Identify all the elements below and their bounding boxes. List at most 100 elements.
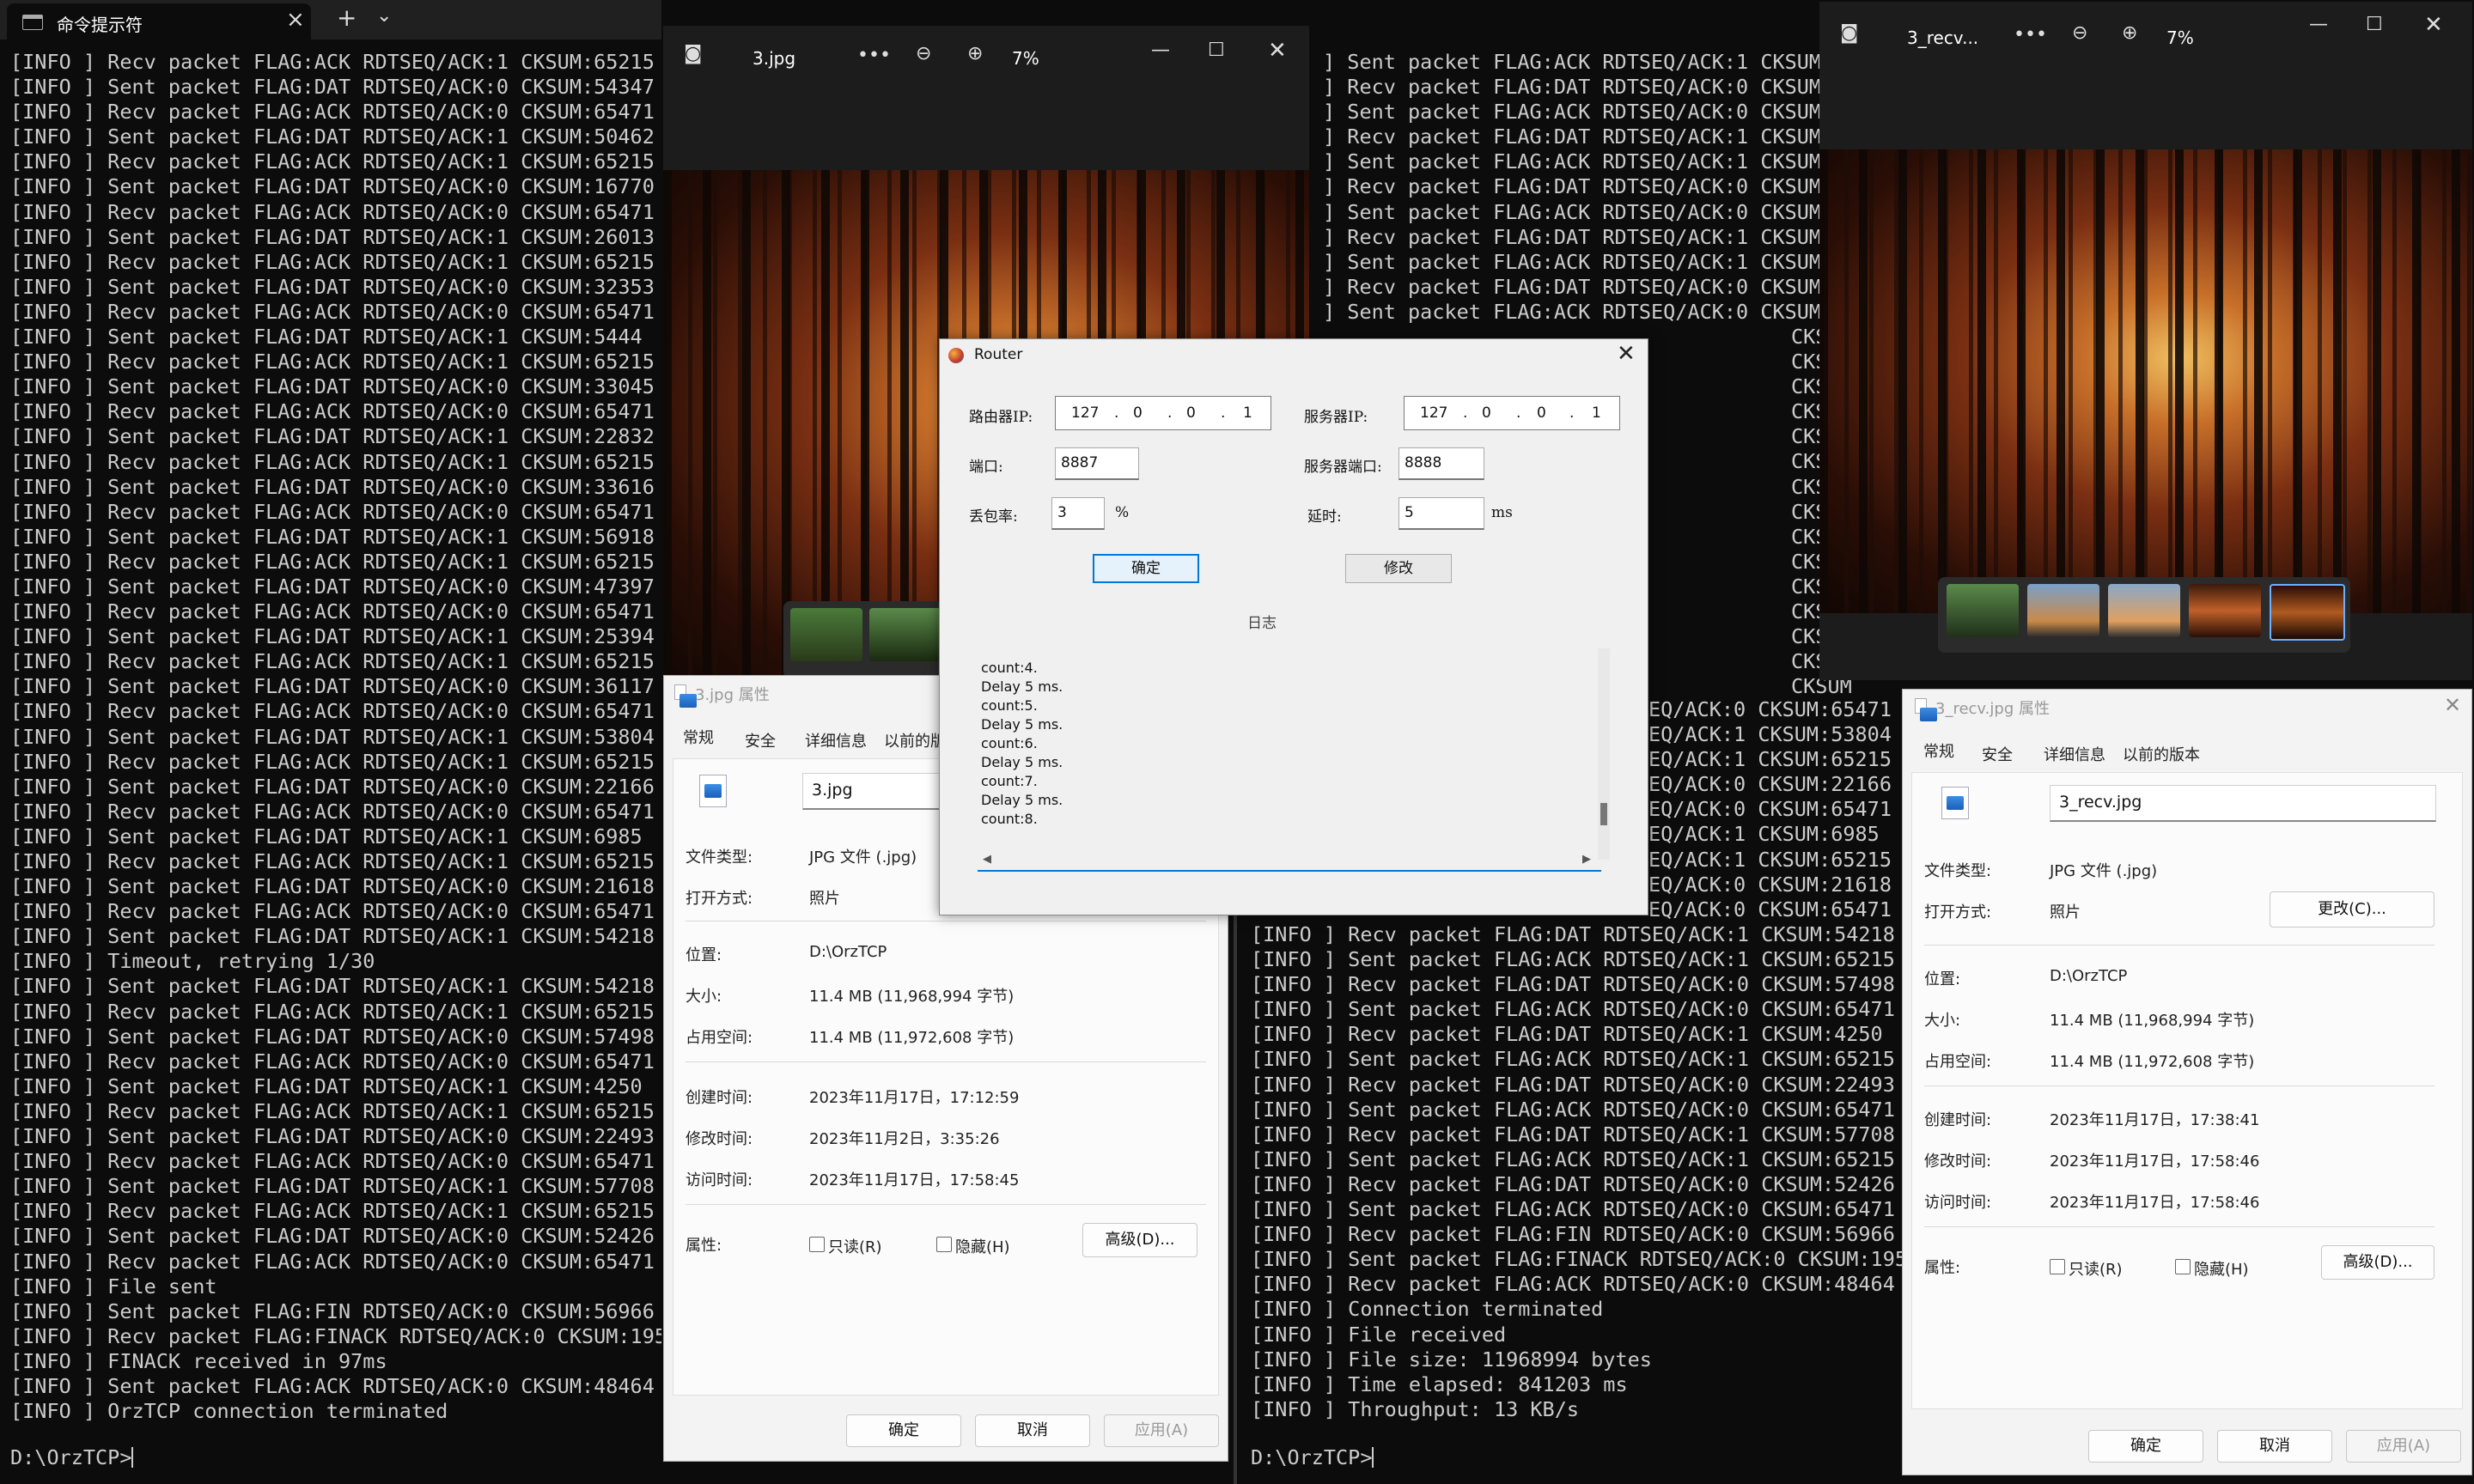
zoom-in-icon[interactable]: ⊕ [967, 43, 983, 64]
port-input[interactable]: 8887 [1055, 447, 1139, 480]
zoom-out-icon[interactable]: ⊖ [2072, 22, 2087, 44]
thumbnail[interactable] [1947, 584, 2019, 637]
disk-size-value: 11.4 MB (11,972,608 字节) [2050, 1053, 2255, 1071]
log-line: [INFO ] Sent packet FLAG:DAT RDTSEQ/ACK:… [10, 674, 655, 699]
close-icon[interactable]: ✕ [2444, 693, 2461, 717]
more-options-icon[interactable]: ••• [2014, 24, 2047, 46]
close-icon[interactable]: ✕ [1617, 341, 1636, 367]
apply-button[interactable]: 应用(A) [1104, 1414, 1219, 1447]
tab-details[interactable]: 详细信息 [805, 729, 867, 751]
properties-dialog-2[interactable]: 3_recv.jpg 属性 ✕ 常规 安全 详细信息 以前的版本 3_recv.… [1902, 689, 2472, 1475]
router-ip-field[interactable]: 127 . 0 . 0 . 1 [1055, 396, 1271, 430]
readonly-checkbox[interactable] [809, 1237, 825, 1252]
tab-general[interactable]: 常规 [1923, 739, 1954, 762]
ip-octet: 0 [1186, 404, 1196, 422]
change-button[interactable]: 更改(C)... [2270, 891, 2434, 928]
thumbnail[interactable] [2027, 584, 2099, 637]
log-line: [INFO ] Time elapsed: 841203 ms [1251, 1371, 1628, 1396]
log-panel[interactable]: count:4. Delay 5 ms. count:5. Delay 5 ms. co… [978, 648, 1613, 872]
chevron-down-icon[interactable]: ⌄ [376, 5, 392, 27]
advanced-button[interactable]: 高级(D)... [2321, 1245, 2434, 1280]
hidden-checkbox[interactable] [2175, 1259, 2191, 1274]
log-line-fragment: EQ/ACK:1 CKSUM:65215 [1648, 747, 1892, 772]
log-line: [INFO ] Connection terminated [1251, 1297, 1604, 1322]
hidden-label: 隐藏(H) [955, 1238, 1010, 1256]
log-line: [INFO ] Recv packet FLAG:ACK RDTSEQ/ACK:… [10, 749, 655, 774]
ok-button[interactable]: 确定 [846, 1414, 961, 1447]
modified-value: 2023年11月2日，3:35:26 [809, 1130, 1000, 1148]
more-options-icon[interactable]: ••• [857, 45, 891, 66]
prompt-text: D:\OrzTCP> [1251, 1445, 1373, 1469]
zoom-level: 7% [2166, 27, 2194, 48]
thumbnail[interactable] [790, 608, 862, 661]
scroll-left-icon[interactable]: ◀ [983, 853, 991, 866]
hidden-checkbox[interactable] [936, 1237, 952, 1252]
text-cursor [1372, 1447, 1374, 1468]
tab-security[interactable]: 安全 [745, 729, 776, 751]
confirm-button[interactable]: 确定 [1093, 554, 1199, 583]
loss-rate-label: 丢包率: [969, 508, 1018, 526]
log-line: [INFO ] File size: 11968994 bytes [1251, 1347, 1652, 1371]
filename-field[interactable]: 3_recv.jpg [2050, 785, 2436, 822]
size-value: 11.4 MB (11,968,994 字节) [2050, 1012, 2255, 1030]
thumbnail[interactable] [2189, 584, 2261, 637]
port-label: 端口: [969, 459, 1003, 476]
close-icon[interactable]: ✕ [1268, 38, 1287, 64]
log-line: [INFO ] Sent packet FLAG:DAT RDTSEQ/ACK:… [10, 424, 655, 449]
cancel-button[interactable]: 取消 [2217, 1430, 2332, 1463]
photo-viewer-window-2[interactable]: ◙ 3_recv... ••• ⊖ ⊕ 7% — ☐ ✕ [1819, 2, 2472, 680]
horizontal-scrollbar[interactable]: ◀ ▶ [978, 853, 1601, 872]
right-terminal-prompt[interactable]: D:\OrzTCP> [1251, 1445, 1374, 1469]
scrollbar-thumb[interactable] [1600, 803, 1607, 825]
thumbnail-selected[interactable] [2270, 584, 2345, 641]
zoom-in-icon[interactable]: ⊕ [2122, 22, 2137, 44]
readonly-checkbox[interactable] [2050, 1259, 2065, 1274]
accessed-value: 2023年11月17日，17:58:45 [809, 1171, 1020, 1189]
loss-rate-input[interactable]: 3 [1051, 497, 1105, 530]
log-line: [INFO ] Sent packet FLAG:ACK RDTSEQ/ACK:… [10, 1373, 655, 1398]
ip-octet: 0 [1482, 404, 1491, 422]
filename-text: 3_recv.jpg [2059, 793, 2142, 812]
vertical-scrollbar[interactable] [1598, 648, 1610, 860]
modified-value: 2023年11月17日，17:58:46 [2050, 1153, 2260, 1171]
size-label: 大小: [686, 988, 722, 1006]
log-line: [INFO ] Sent packet FLAG:DAT RDTSEQ/ACK:… [10, 274, 655, 299]
scroll-right-icon[interactable]: ▶ [1582, 853, 1591, 866]
log-line: [INFO ] Recv packet FLAG:DAT RDTSEQ/ACK:… [1251, 972, 1895, 997]
right-terminal-upper-output: ] Sent packet FLAG:ACK RDTSEQ/ACK:1 CKSU… [1323, 50, 1821, 325]
tab-previous-versions[interactable]: 以前的版 [884, 729, 946, 751]
close-icon[interactable]: ✕ [2424, 12, 2443, 38]
modify-button[interactable]: 修改 [1345, 554, 1452, 583]
prompt-text: D:\OrzTCP> [10, 1445, 132, 1469]
tab-previous-versions[interactable]: 以前的版本 [2123, 743, 2200, 765]
terminal-tab[interactable]: 命令提示符 × [7, 3, 311, 40]
zoom-out-icon[interactable]: ⊖ [916, 43, 931, 64]
advanced-button[interactable]: 高级(D)... [1082, 1223, 1197, 1257]
apply-button[interactable]: 应用(A) [2346, 1430, 2461, 1463]
left-terminal-window[interactable]: 命令提示符 × + ⌄ [INFO ] Recv packet FLAG:ACK… [0, 0, 661, 1484]
new-tab-icon[interactable]: + [337, 3, 356, 32]
minimize-icon[interactable]: — [2309, 14, 2328, 35]
delay-input[interactable]: 5 [1398, 497, 1484, 530]
log-line: ] Sent packet FLAG:ACK RDTSEQ/ACK:0 CKSU… [1323, 199, 1822, 224]
tab-general[interactable]: 常规 [683, 726, 714, 748]
log-line: [INFO ] Sent packet FLAG:DAT RDTSEQ/ACK:… [10, 174, 655, 199]
left-terminal-prompt[interactable]: D:\OrzTCP> [10, 1445, 134, 1469]
ip-dot: . [1569, 404, 1575, 422]
cancel-button[interactable]: 取消 [975, 1414, 1090, 1447]
router-window[interactable]: Router ✕ 路由器IP: 127 . 0 . 0 . 1 服务器IP: 1… [939, 338, 1648, 915]
minimize-icon[interactable]: — [1151, 40, 1170, 61]
maximize-icon[interactable]: ☐ [2366, 14, 2383, 35]
thumbnail[interactable] [869, 608, 941, 661]
log-line: ] Sent packet FLAG:ACK RDTSEQ/ACK:1 CKSU… [1323, 249, 1822, 274]
ok-button[interactable]: 确定 [2088, 1430, 2203, 1463]
separator [686, 1061, 1206, 1062]
server-port-input[interactable]: 8888 [1398, 447, 1484, 480]
tab-security[interactable]: 安全 [1982, 743, 2013, 765]
thumbnail[interactable] [2108, 584, 2180, 637]
tab-details[interactable]: 详细信息 [2044, 743, 2105, 765]
maximize-icon[interactable]: ☐ [1208, 40, 1225, 61]
general-panel: 3_recv.jpg 文件类型: JPG 文件 (.jpg) 打开方式: 照片 … [1911, 772, 2463, 1409]
server-ip-field[interactable]: 127 . 0 . 0 . 1 [1404, 396, 1620, 430]
close-tab-icon[interactable]: × [286, 7, 305, 33]
